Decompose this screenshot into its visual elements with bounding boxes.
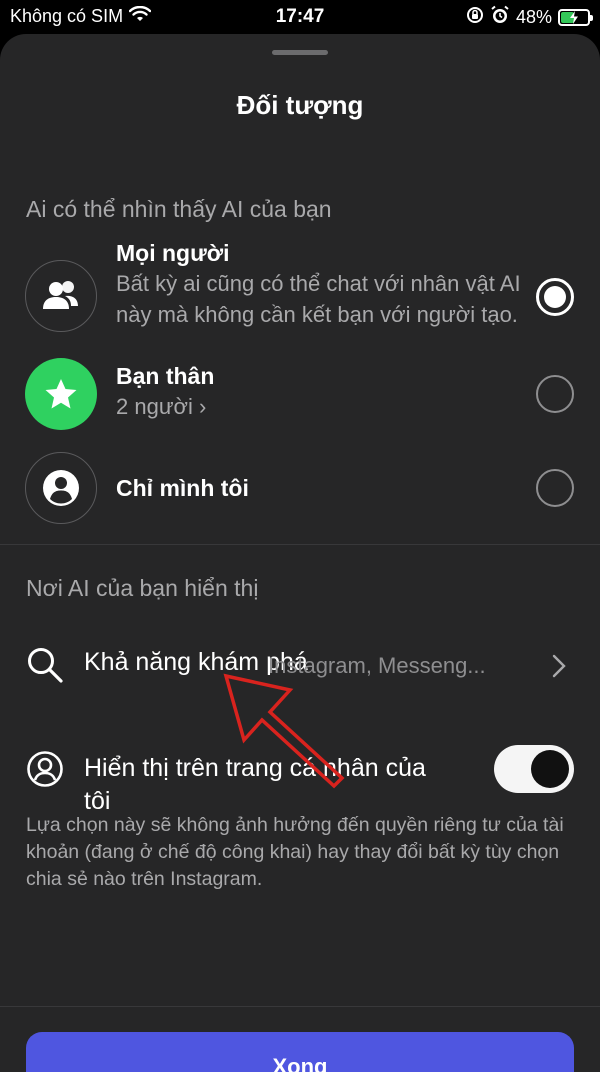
orientation-lock-icon — [466, 6, 484, 29]
section-divider — [0, 544, 600, 545]
radio-everyone[interactable] — [536, 278, 574, 316]
profile-icon — [27, 751, 63, 787]
option-title: Mọi người — [116, 240, 230, 266]
person-icon — [25, 452, 97, 524]
option-everyone[interactable]: Mọi người Bất kỳ ai cũng có thể chat với… — [0, 234, 600, 360]
option-only-me[interactable]: Chỉ mình tôi — [0, 452, 600, 524]
discoverability-value: Instagram, Messeng... — [268, 653, 486, 678]
option-title: Chỉ mình tôi — [116, 475, 249, 501]
visibility-section-label: Ai có thể nhìn thấy AI của bạn — [26, 196, 332, 222]
radio-only-me[interactable] — [536, 469, 574, 507]
radio-close-friends[interactable] — [536, 375, 574, 413]
status-right: 48% — [466, 5, 593, 30]
privacy-note: Lựa chọn này sẽ không ảnh hưởng đến quyề… — [26, 814, 564, 890]
alarm-icon — [490, 5, 510, 30]
display-section-label: Nơi AI của bạn hiển thị — [26, 575, 259, 601]
option-title: Bạn thân — [116, 363, 215, 389]
battery-percent: 48% — [515, 7, 552, 27]
star-icon — [25, 358, 97, 430]
discoverability-row[interactable]: Khả năng khám phá Instagram, Messeng... — [0, 634, 600, 714]
show-on-profile-row[interactable]: Hiển thị trên trang cá nhân của tôi — [0, 740, 600, 820]
search-icon — [28, 648, 63, 683]
status-bar: Không có SIM 17:47 48% — [0, 0, 600, 34]
option-description: Bất kỳ ai cũng có thể chat với nhân vật … — [116, 271, 521, 327]
audience-sheet: Đối tượng Ai có thể nhìn thấy AI của bạn… — [0, 34, 600, 1072]
show-on-profile-toggle[interactable] — [494, 745, 574, 793]
chevron-right-icon — [552, 654, 566, 678]
done-button[interactable]: Xong — [26, 1032, 574, 1072]
sheet-title: Đối tượng — [236, 90, 364, 120]
option-close-friends-text: Bạn thân 2 người › — [116, 361, 526, 422]
option-only-me-text: Chỉ mình tôi — [116, 473, 526, 503]
people-icon — [25, 260, 97, 332]
close-friends-count-link[interactable]: 2 người › — [116, 391, 526, 422]
show-on-profile-label: Hiển thị trên trang cá nhân của tôi — [84, 754, 426, 815]
battery-icon — [558, 9, 593, 26]
toggle-knob — [531, 750, 569, 788]
sheet-grabber[interactable] — [272, 50, 328, 55]
option-close-friends[interactable]: Bạn thân 2 người › — [0, 356, 600, 436]
option-everyone-text: Mọi người Bất kỳ ai cũng có thể chat với… — [116, 238, 526, 330]
footer-divider — [0, 1006, 600, 1007]
